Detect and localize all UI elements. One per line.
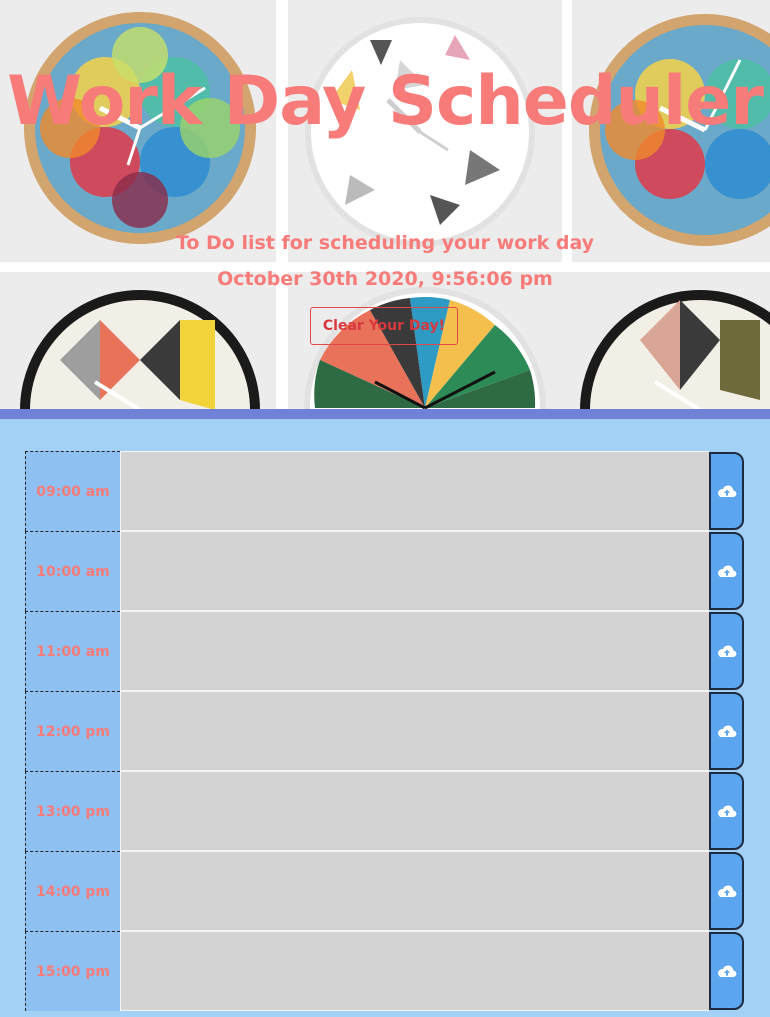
cloud-upload-icon — [717, 645, 736, 657]
save-button[interactable] — [709, 452, 744, 530]
time-block-row: 11:00 am — [25, 611, 745, 691]
hour-label: 14:00 pm — [25, 851, 120, 931]
time-block-row: 10:00 am — [25, 531, 745, 611]
task-description-input[interactable] — [120, 531, 709, 611]
cloud-upload-icon — [717, 485, 736, 497]
current-datetime: October 30th 2020, 9:56:06 pm — [217, 268, 553, 290]
cloud-upload-icon — [717, 885, 736, 897]
task-description-input[interactable] — [120, 851, 709, 931]
page-title: Work Day Scheduler — [7, 62, 764, 141]
time-block-row: 13:00 pm — [25, 771, 745, 851]
hour-label: 13:00 pm — [25, 771, 120, 851]
hour-label: 09:00 am — [25, 451, 120, 531]
save-button[interactable] — [709, 772, 744, 850]
time-block-row: 14:00 pm — [25, 851, 745, 931]
task-description-input[interactable] — [120, 931, 709, 1011]
task-description-input[interactable] — [120, 771, 709, 851]
time-block-row: 09:00 am — [25, 451, 745, 531]
hero-banner: Work Day Scheduler To Do list for schedu… — [0, 0, 770, 410]
time-block-row: 15:00 pm — [25, 931, 745, 1011]
hero-divider — [0, 409, 770, 419]
save-button[interactable] — [709, 932, 744, 1010]
page-subtitle: To Do list for scheduling your work day — [175, 232, 595, 254]
save-button[interactable] — [709, 532, 744, 610]
schedule-list: 09:00 am 10:00 am 11:00 am 12:00 pm 13:00 pm… — [25, 451, 745, 1011]
time-block-row: 12:00 pm — [25, 691, 745, 771]
hour-label: 11:00 am — [25, 611, 120, 691]
task-description-input[interactable] — [120, 691, 709, 771]
task-description-input[interactable] — [120, 611, 709, 691]
cloud-upload-icon — [717, 805, 736, 817]
save-button[interactable] — [709, 852, 744, 930]
hour-label: 15:00 pm — [25, 931, 120, 1011]
task-description-input[interactable] — [120, 451, 709, 531]
cloud-upload-icon — [717, 565, 736, 577]
save-button[interactable] — [709, 612, 744, 690]
clear-day-button[interactable]: Clear Your Day! — [310, 307, 458, 345]
hour-label: 10:00 am — [25, 531, 120, 611]
cloud-upload-icon — [717, 725, 736, 737]
hour-label: 12:00 pm — [25, 691, 120, 771]
cloud-upload-icon — [717, 965, 736, 977]
hero-content: Work Day Scheduler To Do list for schedu… — [0, 0, 770, 410]
save-button[interactable] — [709, 692, 744, 770]
